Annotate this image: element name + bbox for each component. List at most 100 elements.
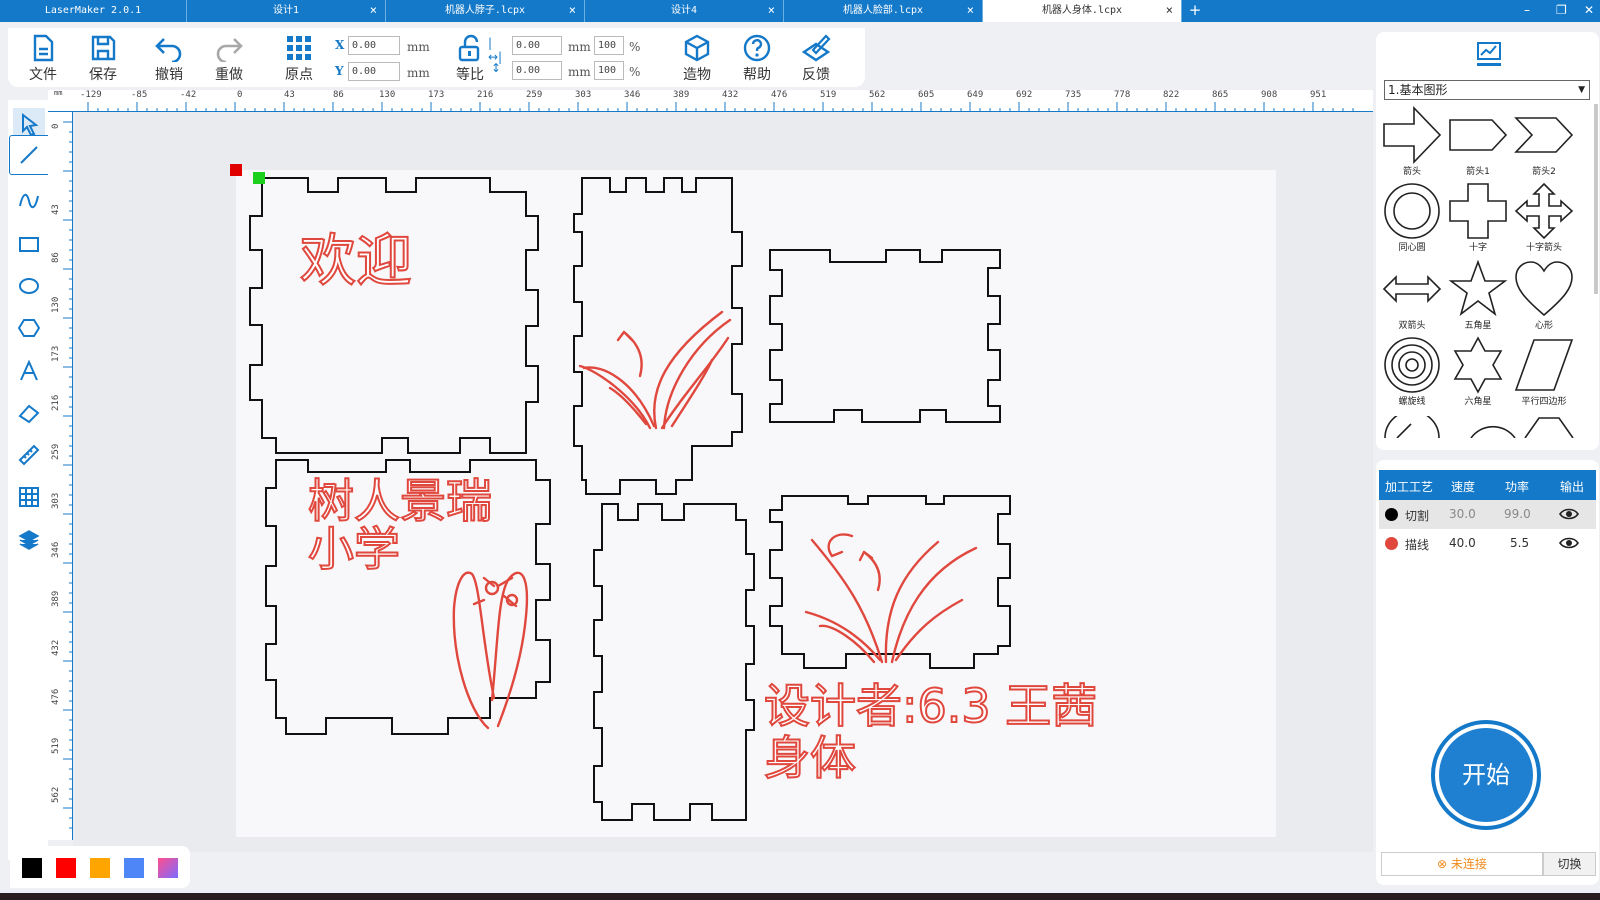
curve-tool-icon[interactable] <box>18 190 40 212</box>
chart-icon[interactable] <box>1475 40 1503 66</box>
feedback-button[interactable]: 反馈 <box>791 34 841 84</box>
rectangle-tool-icon[interactable] <box>18 233 40 255</box>
ruler-tick-label: -85 <box>131 90 148 100</box>
tab-design4[interactable]: 设计4 × <box>585 0 784 22</box>
height-percent-input[interactable] <box>594 61 624 80</box>
origin-button[interactable]: 原点 <box>274 34 324 84</box>
main-toolbar: 文件 保存 撤销 重做 原点 X mm Y mm 等比 |↔| mm % ↕ m <box>8 28 865 87</box>
width-input[interactable] <box>512 36 562 55</box>
process-speed[interactable]: 40.0 <box>1449 536 1476 550</box>
tab-close-icon[interactable]: × <box>370 0 377 21</box>
x-position-input[interactable] <box>348 36 400 55</box>
color-swatch-orange[interactable] <box>90 858 110 878</box>
connection-status[interactable]: ⊗ 未连接 <box>1381 852 1543 876</box>
shape-double-arrow[interactable]: 双箭头 <box>1379 260 1445 331</box>
percent-label: % <box>629 65 641 79</box>
width-percent-input[interactable] <box>594 36 624 55</box>
shape-arrow2[interactable]: 箭头2 <box>1511 106 1577 177</box>
build-button[interactable]: 造物 <box>672 34 722 84</box>
feedback-icon <box>801 34 831 62</box>
artboard[interactable]: 欢迎 树人景瑞 小学 设计者:6.3 王茜 身体 <box>236 170 1276 837</box>
undo-button[interactable]: 撤销 <box>144 34 194 84</box>
process-power[interactable]: 5.5 <box>1510 536 1529 550</box>
shape-cross[interactable]: 十字 <box>1445 182 1511 253</box>
tab-close-icon[interactable]: × <box>768 0 775 21</box>
color-swatch-gradient[interactable] <box>158 858 178 878</box>
welcome-text[interactable]: 欢迎 <box>299 231 413 293</box>
add-tab-button[interactable]: + <box>1182 0 1208 22</box>
shape-six-point-star[interactable]: 六角星 <box>1445 336 1511 407</box>
orchid-engraving-2 <box>804 533 978 664</box>
ruler-tick-label: 476 <box>771 90 788 100</box>
switch-button[interactable]: 切换 <box>1543 852 1596 876</box>
eye-icon[interactable] <box>1559 536 1579 550</box>
help-button[interactable]: 帮助 <box>732 34 782 84</box>
color-swatch-blue[interactable] <box>124 858 144 878</box>
restore-icon[interactable]: ❐ <box>1556 0 1567 20</box>
tab-robot-body[interactable]: 机器人身体.lcpx × <box>983 0 1182 22</box>
height-input[interactable] <box>512 61 562 80</box>
shape-category-select[interactable]: 1.基本图形 ▼ <box>1384 80 1590 100</box>
shape-arrow1[interactable]: 箭头1 <box>1445 106 1511 177</box>
ruler-tick-label: 562 <box>51 786 61 803</box>
ellipse-tool-icon[interactable] <box>18 275 40 297</box>
color-swatch-red[interactable] <box>56 858 76 878</box>
eye-icon[interactable] <box>1559 507 1579 521</box>
save-button[interactable]: 保存 <box>78 34 128 84</box>
designer-text-line1[interactable]: 设计者:6.3 王茜 <box>763 679 1098 733</box>
layers-icon[interactable] <box>18 529 40 551</box>
polygon-tool-icon[interactable] <box>18 317 40 339</box>
shape-label: 十字箭头 <box>1525 243 1562 253</box>
y-position-input[interactable] <box>348 62 400 81</box>
layer-color-dot <box>1385 508 1398 521</box>
array-tool-icon[interactable] <box>18 486 40 508</box>
tab-design1[interactable]: 设计1 × <box>187 0 386 22</box>
line-tool-icon[interactable] <box>18 144 40 166</box>
ruler-tick-label: 432 <box>51 639 61 656</box>
file-button[interactable]: 文件 <box>18 34 68 84</box>
shape-panel-scrollbar[interactable] <box>1594 104 1598 294</box>
shape-cross-arrow[interactable]: 十字箭头 <box>1511 182 1577 253</box>
school-text-line1[interactable]: 树人景瑞 <box>307 475 493 527</box>
close-window-icon[interactable]: ✕ <box>1584 0 1594 20</box>
shape-five-point-star[interactable]: 五角星 <box>1445 260 1511 331</box>
process-power[interactable]: 99.0 <box>1504 507 1531 521</box>
disconnected-icon: ⊗ <box>1437 857 1451 871</box>
school-text-line2[interactable]: 小学 <box>307 523 401 575</box>
unit-label: mm <box>568 40 591 54</box>
start-button[interactable]: 开始 <box>1431 720 1541 830</box>
process-row-line[interactable]: 描线 40.0 5.5 <box>1379 529 1596 558</box>
designer-text-line2[interactable]: 身体 <box>763 731 857 785</box>
tab-robot-face[interactable]: 机器人脸部.lcpx × <box>784 0 983 22</box>
origin-handle-red[interactable] <box>230 164 242 176</box>
process-speed[interactable]: 30.0 <box>1449 507 1476 521</box>
redo-button[interactable]: 重做 <box>204 34 254 84</box>
shape-spiral[interactable]: 螺旋线 <box>1379 336 1445 407</box>
shape-label: 心形 <box>1534 321 1553 331</box>
process-row-cut[interactable]: 切割 30.0 99.0 <box>1379 500 1596 529</box>
shape-label: 同心圆 <box>1398 243 1426 253</box>
tab-close-icon[interactable]: × <box>1166 0 1173 21</box>
shape-parallelogram[interactable]: 平行四边形 <box>1511 336 1577 407</box>
eraser-tool-icon[interactable] <box>18 402 40 424</box>
shape-heart[interactable]: 心形 <box>1511 260 1577 331</box>
origin-handle-green[interactable] <box>253 172 265 184</box>
tab-close-icon[interactable]: × <box>569 0 576 21</box>
shape-concentric-circle[interactable]: 同心圆 <box>1379 182 1445 253</box>
minimize-icon[interactable]: – <box>1524 0 1530 20</box>
tab-app-title[interactable]: LaserMaker 2.0.1 <box>0 0 187 22</box>
process-name: 切割 <box>1405 509 1430 523</box>
tab-close-icon[interactable]: × <box>967 0 974 21</box>
grid-origin-icon <box>287 36 311 60</box>
ruler-tick-label: 303 <box>51 492 61 509</box>
ruler-tick-label: 346 <box>624 90 641 100</box>
color-swatch-black[interactable] <box>22 858 42 878</box>
ruler-tick-label: 476 <box>51 688 61 705</box>
origin-label: 原点 <box>285 67 313 83</box>
tab-robot-neck[interactable]: 机器人脖子.lcpx × <box>386 0 585 22</box>
save-label: 保存 <box>89 67 117 83</box>
text-tool-icon[interactable] <box>18 360 40 382</box>
ruler-tool-icon[interactable] <box>18 444 40 466</box>
shape-arrow[interactable]: 箭头 <box>1379 106 1445 177</box>
vertical-ruler-ticks <box>63 121 73 829</box>
